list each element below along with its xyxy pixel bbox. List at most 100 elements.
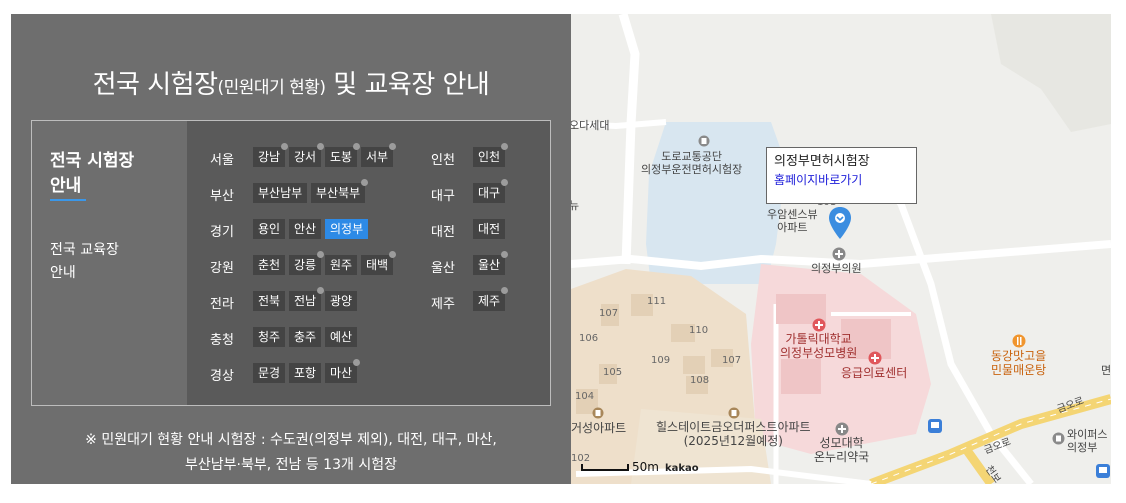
site-chip[interactable]: 예산: [325, 327, 358, 347]
site-chip[interactable]: 포항: [289, 363, 322, 383]
site-chip[interactable]: 대구: [473, 179, 509, 203]
map-label-geoseong[interactable]: 거성아파트: [571, 421, 626, 435]
site-chip-label: 마산: [330, 366, 353, 380]
site-chip[interactable]: 충주: [289, 327, 322, 347]
status-dot-icon: [317, 251, 325, 258]
site-chip[interactable]: 서부: [361, 143, 397, 167]
site-chip[interactable]: 춘천: [253, 255, 286, 275]
map-label-wise[interactable]: 와이퍼스 의정부: [1067, 428, 1107, 454]
site-chip-label: 의정부: [330, 222, 364, 236]
status-dot-icon: [281, 143, 289, 150]
region-label: 경기: [210, 225, 234, 240]
site-chip[interactable]: 광양: [325, 291, 358, 311]
site-chip-label: 울산: [478, 258, 501, 272]
menu-test-sites-line1: 전국 시험장: [50, 151, 135, 171]
apartment-icon[interactable]: [592, 407, 604, 419]
region-label: 전라: [210, 297, 234, 312]
site-chip[interactable]: 의정부: [325, 219, 369, 239]
site-chip[interactable]: 안산: [289, 219, 322, 239]
map-label-edge-2: 뉴: [571, 199, 580, 212]
site-chip-label: 대전: [478, 222, 501, 236]
menu-test-sites-line2: 안내: [50, 175, 82, 196]
status-dot-icon: [317, 143, 325, 150]
site-chip[interactable]: 강서: [289, 143, 325, 167]
site-chip-label: 전북: [258, 294, 281, 308]
building-number: 107: [722, 355, 742, 366]
status-dot-icon: [501, 287, 509, 294]
site-chip-label: 서부: [366, 150, 389, 164]
map-label-woosam[interactable]: 우암센스뷰 아파트: [767, 208, 818, 234]
site-chip[interactable]: 전남: [289, 287, 325, 311]
poi-building-icon[interactable]: [698, 135, 710, 147]
site-chip[interactable]: 용인: [253, 219, 286, 239]
emergency-icon[interactable]: [868, 351, 882, 365]
restaurant-icon[interactable]: [1012, 334, 1026, 348]
menu-education-line2: 안내: [50, 265, 76, 282]
hospital-icon[interactable]: [812, 318, 826, 332]
site-chip[interactable]: 전북: [253, 291, 286, 311]
test-site-panel: 전국 시험장(민원대기 현황) 및 교육장 안내 전국 시험장 안내 전국 교육…: [11, 14, 571, 484]
homepage-link[interactable]: 홈페이지바로가기: [774, 171, 909, 190]
woosam-sub: 아파트: [777, 221, 808, 235]
site-chip[interactable]: 부산북부: [311, 179, 369, 203]
site-chip[interactable]: 강남: [253, 143, 289, 167]
site-chip[interactable]: 청주: [253, 327, 286, 347]
site-chip[interactable]: 강릉: [289, 251, 325, 275]
status-dot-icon: [317, 287, 325, 294]
map-label-emergency[interactable]: 응급의료센터: [841, 366, 907, 380]
map-label-donggang[interactable]: 동강맛고을 민물매운탕: [991, 349, 1046, 378]
site-chip[interactable]: 태백: [361, 251, 397, 275]
site-chip[interactable]: 인천: [473, 143, 509, 167]
map-label-pharmacy[interactable]: 성모대학 온누리약국: [814, 436, 869, 465]
map-label-clinic[interactable]: 의정부의원: [811, 262, 862, 275]
apartment-icon[interactable]: [728, 407, 740, 419]
status-dot-icon: [501, 143, 509, 150]
wise-sub: 의정부: [1067, 441, 1098, 455]
building-number: 108: [690, 375, 710, 386]
location-pin-icon[interactable]: [828, 206, 852, 240]
pharmacy-icon[interactable]: [835, 422, 849, 436]
site-chip[interactable]: 원주: [325, 255, 358, 275]
site-chip[interactable]: 제주: [473, 287, 509, 311]
bus-stop-icon[interactable]: [1096, 464, 1110, 478]
site-chip[interactable]: 도봉: [325, 143, 361, 167]
site-chip[interactable]: 마산: [325, 359, 361, 383]
menu-education-line1: 전국 교육장: [50, 242, 119, 258]
region-label: 제주: [431, 297, 455, 312]
menu-test-sites[interactable]: 전국 시험장 안내: [50, 149, 134, 198]
poi-building-icon[interactable]: [1052, 432, 1065, 445]
status-dot-icon: [353, 143, 361, 150]
poi-clinic-icon[interactable]: [832, 247, 846, 261]
map-label-hillstate[interactable]: 힐스테이트금오더퍼스트아파트 (2025년12월예정): [656, 420, 811, 449]
building-number: 109: [651, 355, 671, 366]
status-dot-icon: [501, 179, 509, 186]
status-dot-icon: [361, 179, 369, 186]
status-dot-icon: [353, 359, 361, 366]
menu-education-sites[interactable]: 전국 교육장 안내: [50, 239, 119, 285]
site-chip-label: 안산: [294, 222, 317, 236]
kakao-logo[interactable]: kakao: [665, 463, 699, 474]
map-label-catholic-hospital[interactable]: 가톨릭대학교 의정부성모병원: [780, 332, 857, 361]
site-chip[interactable]: 대전: [473, 219, 506, 239]
map-label-koroad[interactable]: 도로교통공단 의정부운전면허시험장: [641, 150, 742, 176]
site-chip[interactable]: 부산남부: [253, 183, 308, 203]
site-chip[interactable]: 울산: [473, 251, 509, 275]
building-number: 111: [647, 296, 667, 307]
site-chip-label: 예산: [330, 330, 353, 344]
site-chip[interactable]: 문경: [253, 363, 286, 383]
map-view[interactable]: 오다세대 도로교통공단 의정부운전면허시험장 우암센스뷰 아파트 의정부의원 가…: [571, 14, 1111, 484]
map-callout: 의정부면허시험장 홈페이지바로가기: [766, 147, 917, 204]
page: 오다세대 도로교통공단 의정부운전면허시험장 우암센스뷰 아파트 의정부의원 가…: [0, 0, 1126, 503]
active-menu-underline: [50, 199, 86, 201]
site-chip-label: 강남: [258, 150, 281, 164]
region-label: 부산: [210, 189, 234, 204]
map-label-odaseda: 오다세대: [571, 119, 610, 132]
woosam-name: 우암센스뷰: [767, 208, 818, 221]
hillstate-name: 힐스테이트금오더퍼스트아파트: [656, 420, 811, 434]
site-chip-label: 제주: [478, 294, 501, 308]
building-number: 107: [599, 308, 619, 319]
map-scale: 50m kakao: [581, 460, 699, 474]
status-dot-icon: [389, 143, 397, 150]
bus-stop-icon[interactable]: [928, 419, 942, 433]
notice-line2: 부산남부·북부, 전남 등 13개 시험장: [185, 456, 397, 473]
